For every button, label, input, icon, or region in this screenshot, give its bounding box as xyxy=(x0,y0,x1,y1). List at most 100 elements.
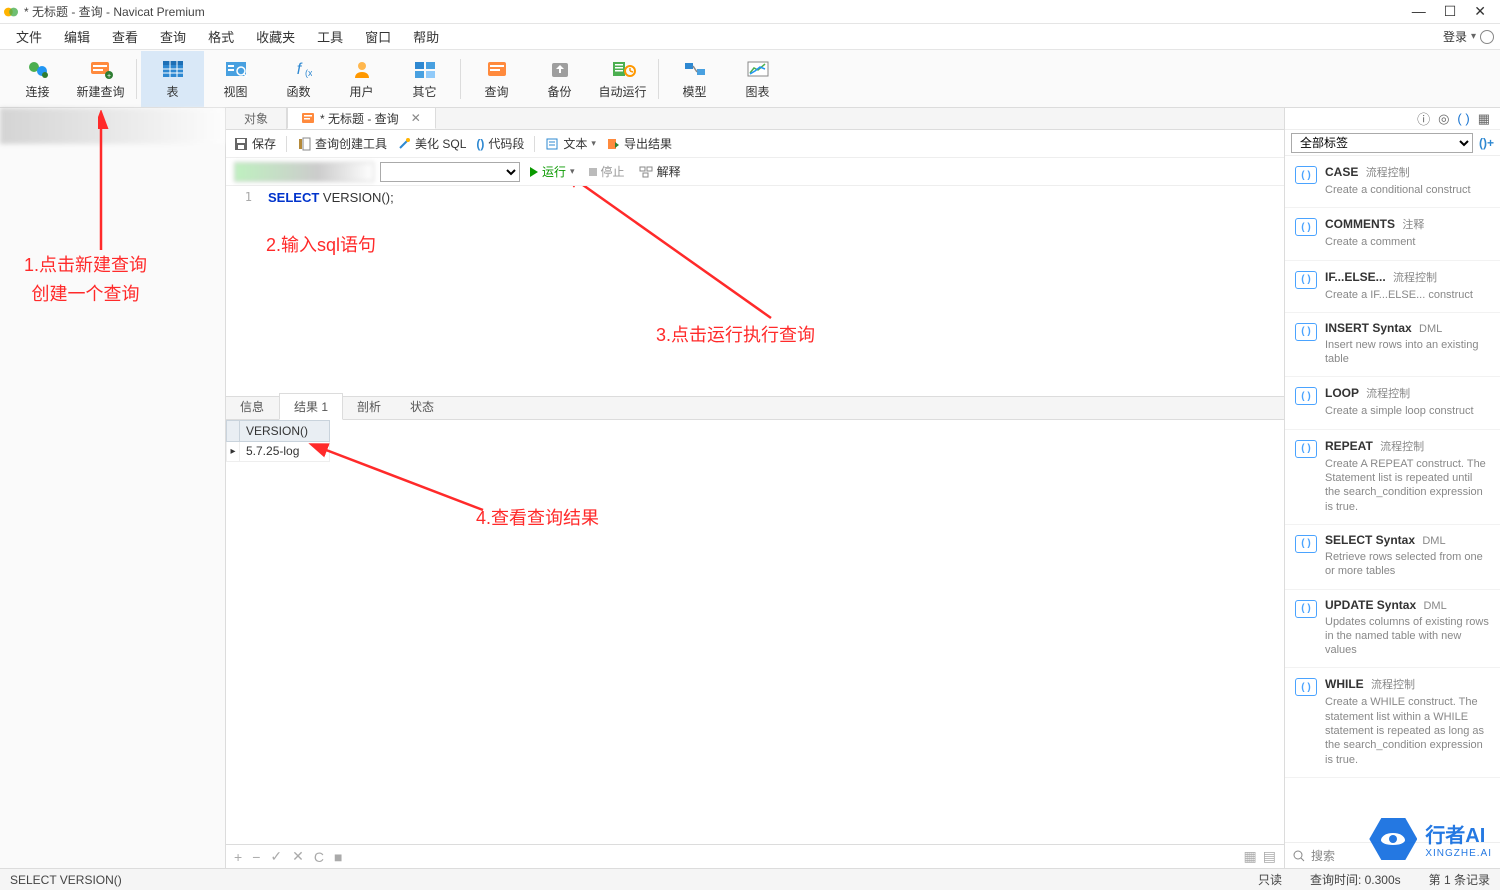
snippet-category: 注释 xyxy=(1402,219,1424,231)
chevron-down-icon: ▾ xyxy=(591,138,596,149)
watermark-text: 行者AI xyxy=(1425,819,1492,848)
annotation-arrow-icon xyxy=(561,186,791,328)
result-tab-result1[interactable]: 结果 1 xyxy=(279,393,343,420)
tool-query[interactable]: 查询 xyxy=(465,51,528,107)
status-bar: SELECT VERSION() 只读 查询时间: 0.300s 第 1 条记录 xyxy=(0,868,1500,890)
tab-objects[interactable]: 对象 xyxy=(226,107,287,129)
snippet-title: INSERT Syntax DML xyxy=(1325,321,1490,335)
refresh-icon[interactable]: C xyxy=(314,849,324,865)
status-sql: SELECT VERSION() xyxy=(10,873,122,887)
menu-file[interactable]: 文件 xyxy=(6,24,52,49)
explain-button[interactable]: 解释 xyxy=(635,163,685,180)
connection-selector[interactable] xyxy=(234,162,374,182)
save-button[interactable]: 保存 xyxy=(234,135,276,152)
watermark-logo-icon xyxy=(1369,818,1417,860)
result-tab-profile[interactable]: 剖析 xyxy=(343,394,396,419)
query-builder-button[interactable]: 查询创建工具 xyxy=(297,135,387,152)
stop-icon[interactable]: ■ xyxy=(334,849,342,865)
tool-function[interactable]: f(x)函数 xyxy=(267,51,330,107)
status-readonly: 只读 xyxy=(1258,871,1282,888)
list-icon[interactable]: ▦ xyxy=(1478,111,1490,127)
menu-tools[interactable]: 工具 xyxy=(307,24,353,49)
form-view-icon[interactable]: ▤ xyxy=(1263,848,1276,865)
result-tabs: 信息 结果 1 剖析 状态 xyxy=(226,396,1284,420)
tool-other[interactable]: 其它 xyxy=(393,51,456,107)
play-icon xyxy=(530,167,538,177)
tool-backup[interactable]: 备份 xyxy=(528,51,591,107)
toolbar-separator xyxy=(460,59,461,99)
menu-favorites[interactable]: 收藏夹 xyxy=(246,24,305,49)
result-tab-status[interactable]: 状态 xyxy=(396,394,449,419)
snippet-item[interactable]: ( )INSERT Syntax DMLInsert new rows into… xyxy=(1285,313,1500,378)
result-grid[interactable]: VERSION() ▸ 5.7.25-log 4.查看查询结果 xyxy=(226,420,1284,844)
code-snippet-button[interactable]: ()代码段 xyxy=(476,135,524,152)
grid-view-icon[interactable]: ▦ xyxy=(1244,848,1257,865)
beautify-sql-button[interactable]: 美化 SQL xyxy=(397,135,466,152)
tool-connect[interactable]: 连接 xyxy=(6,51,69,107)
menu-window[interactable]: 窗口 xyxy=(355,24,401,49)
snippet-item[interactable]: ( )WHILE 流程控制Create a WHILE construct. T… xyxy=(1285,668,1500,777)
target-icon[interactable]: ◎ xyxy=(1438,111,1449,127)
add-row-icon[interactable]: + xyxy=(234,849,242,865)
tab-current-query[interactable]: * 无标题 - 查询 ✕ xyxy=(287,107,436,129)
result-tab-info[interactable]: 信息 xyxy=(226,394,279,419)
tool-view[interactable]: 视图 xyxy=(204,51,267,107)
snippet-item[interactable]: ( )COMMENTS 注释Create a comment xyxy=(1285,208,1500,260)
delete-row-icon[interactable]: − xyxy=(252,849,260,865)
snippet-item[interactable]: ( )LOOP 流程控制Create a simple loop constru… xyxy=(1285,377,1500,429)
snippet-category: 流程控制 xyxy=(1371,679,1415,691)
snippet-item[interactable]: ( )UPDATE Syntax DMLUpdates columns of e… xyxy=(1285,590,1500,669)
snippet-item[interactable]: ( )REPEAT 流程控制Create A REPEAT construct.… xyxy=(1285,430,1500,525)
snippet-desc: Create a IF...ELSE... construct xyxy=(1325,288,1490,302)
annotation-2: 2.输入sql语句 xyxy=(266,231,376,257)
snippet-title: REPEAT 流程控制 xyxy=(1325,438,1490,454)
login-button[interactable]: 登录 ▾ xyxy=(1443,28,1494,45)
snippet-category: 流程控制 xyxy=(1393,272,1437,284)
menu-view[interactable]: 查看 xyxy=(102,24,148,49)
filter-icon[interactable]: ()+ xyxy=(1479,136,1494,150)
maximize-button[interactable]: ☐ xyxy=(1444,3,1457,20)
snippet-badge-icon: ( ) xyxy=(1295,387,1317,405)
export-icon xyxy=(606,137,620,151)
menu-query[interactable]: 查询 xyxy=(150,24,196,49)
snippet-title: IF...ELSE... 流程控制 xyxy=(1325,269,1490,285)
tool-autorun[interactable]: 自动运行 xyxy=(591,51,654,107)
connection-tree[interactable]: 1.点击新建查询 创建一个查询 xyxy=(0,108,226,868)
run-button[interactable]: 运行▾ xyxy=(526,163,579,180)
tool-table[interactable]: 表 xyxy=(141,51,204,107)
apply-icon[interactable]: ✓ xyxy=(270,848,282,865)
text-button[interactable]: 文本▾ xyxy=(545,135,596,152)
export-results-button[interactable]: 导出结果 xyxy=(606,135,672,152)
svg-text:(x): (x) xyxy=(305,68,312,78)
menu-format[interactable]: 格式 xyxy=(198,24,244,49)
snippet-desc: Create A REPEAT construct. The Statement… xyxy=(1325,457,1490,514)
sql-editor[interactable]: 1 SELECT VERSION(); 2.输入sql语句 3.点击运行执行查询 xyxy=(226,186,1284,396)
grid-corner xyxy=(226,420,240,442)
snippet-desc: Create a WHILE construct. The statement … xyxy=(1325,695,1490,766)
snippet-item[interactable]: ( )IF...ELSE... 流程控制Create a IF...ELSE..… xyxy=(1285,261,1500,313)
tab-close-icon[interactable]: ✕ xyxy=(405,111,421,125)
tool-new-query[interactable]: +新建查询 xyxy=(69,51,132,107)
tool-user[interactable]: 用户 xyxy=(330,51,393,107)
snippet-item[interactable]: ( )SELECT Syntax DMLRetrieve rows select… xyxy=(1285,525,1500,590)
snippet-item[interactable]: ( )CASE 流程控制Create a conditional constru… xyxy=(1285,156,1500,208)
explain-icon xyxy=(639,166,653,178)
annotation-arrow-icon xyxy=(308,440,488,515)
minimize-button[interactable]: — xyxy=(1412,3,1426,20)
brackets-icon: () xyxy=(476,137,484,151)
brackets-icon[interactable]: ( ) xyxy=(1457,111,1469,126)
tag-filter-select[interactable]: 全部标签 xyxy=(1291,133,1473,153)
tool-model[interactable]: 模型 xyxy=(663,51,726,107)
stop-icon xyxy=(589,168,597,176)
info-icon[interactable]: ⓘ xyxy=(1417,109,1430,128)
menu-edit[interactable]: 编辑 xyxy=(54,24,100,49)
app-icon xyxy=(4,5,18,19)
menu-help[interactable]: 帮助 xyxy=(403,24,449,49)
database-selector[interactable] xyxy=(380,162,520,182)
column-header[interactable]: VERSION() xyxy=(240,420,330,442)
close-button[interactable]: ✕ xyxy=(1474,3,1486,20)
cancel-icon[interactable]: ✕ xyxy=(292,848,304,865)
tool-chart[interactable]: 图表 xyxy=(726,51,789,107)
stop-button[interactable]: 停止 xyxy=(585,163,629,180)
watermark: 行者AI XINGZHE.AI xyxy=(1369,818,1492,860)
